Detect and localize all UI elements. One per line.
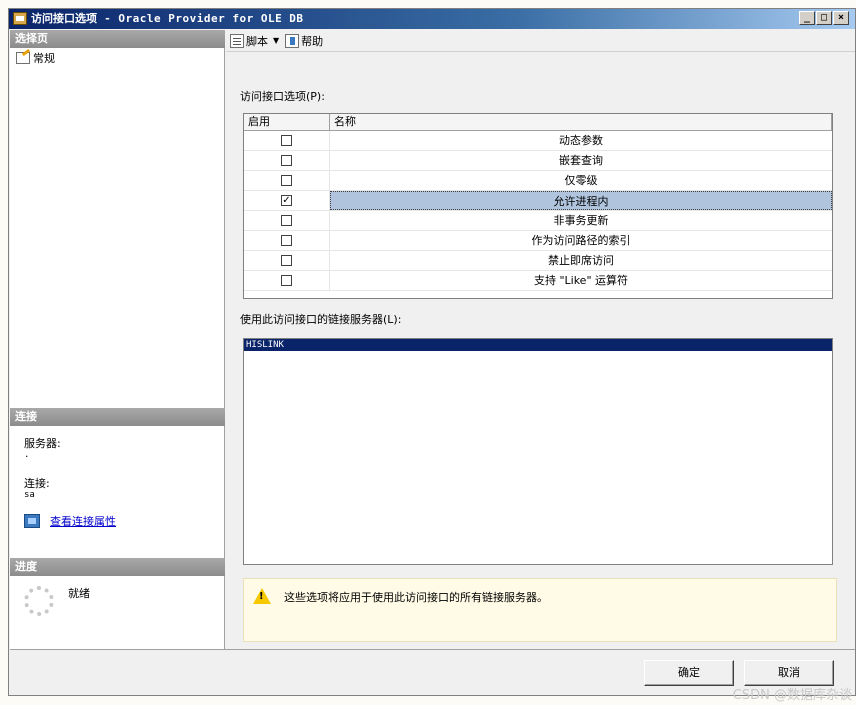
linked-servers-list[interactable]: HISLINK [243, 338, 833, 565]
enabled-cell [244, 211, 330, 230]
view-connection-properties-link[interactable]: 查看连接属性 [24, 513, 116, 529]
help-label: 帮助 [301, 34, 324, 48]
enabled-cell [244, 171, 330, 190]
table-row[interactable]: 支持 "Like" 运算符 [244, 271, 832, 291]
enabled-cell [244, 231, 330, 250]
server-label: 服务器: [24, 437, 61, 450]
page-item-label: 常规 [33, 52, 55, 65]
option-name: 非事务更新 [553, 214, 609, 227]
enabled-checkbox[interactable] [281, 155, 292, 166]
select-page-header: 选择页 [10, 30, 225, 48]
enabled-checkbox[interactable] [281, 135, 292, 146]
option-name: 作为访问路径的索引 [531, 234, 631, 247]
option-name: 允许进程内 [330, 191, 832, 210]
toolbar: 脚本 ▼ 帮助 [226, 30, 855, 52]
dropdown-arrow-icon: ▼ [273, 36, 280, 45]
enabled-checkbox[interactable] [281, 255, 292, 266]
table-row[interactable]: 仅零级 [244, 171, 832, 191]
enabled-checkbox[interactable] [281, 215, 292, 226]
progress-status: 就绪 [68, 587, 90, 600]
enabled-checkbox[interactable] [281, 235, 292, 246]
warning-icon: ! [253, 588, 271, 604]
view-connection-properties-label: 查看连接属性 [50, 515, 116, 528]
button-bar: 确定 取消 [10, 649, 855, 695]
options-label: 访问接口选项(P): [240, 90, 325, 103]
connection-value: sa [24, 490, 35, 500]
grid-body: 动态参数嵌套查询仅零级 ✓ 允许进程内非事务更新作为访问路径的索引 禁止即席访问支持 … [244, 131, 832, 291]
info-message-box: ! 这些选项将应用于使用此访问接口的所有链接服务器。 [243, 578, 837, 642]
enabled-cell [244, 251, 330, 270]
column-header-enabled[interactable]: 启用 [244, 114, 330, 130]
options-grid: 启用 名称 动态参数嵌套查询仅零级 ✓ 允许进程内非事务更新作为访问路径的索引 禁止即… [243, 113, 833, 299]
left-panel: 选择页 常规 连接 服务器: . 连接: sa 查看连接属性 进度 就绪 [10, 30, 225, 649]
cancel-button[interactable]: 取消 [744, 660, 834, 686]
main-panel: 访问接口选项(P): 启用 名称 动态参数嵌套查询仅零级 ✓ 允许进程内非事务更新作… [226, 53, 855, 649]
enabled-cell: ✓ [244, 191, 330, 210]
linked-servers-label: 使用此访问接口的链接服务器(L): [240, 313, 402, 326]
script-icon [230, 33, 244, 48]
option-name: 禁止即席访问 [548, 254, 614, 267]
connection-label: 连接: [24, 477, 50, 490]
column-header-name[interactable]: 名称 [330, 114, 832, 130]
help-button[interactable]: 帮助 [285, 33, 323, 49]
server-value: . [24, 450, 30, 460]
table-row[interactable]: ✓ 允许进程内 [244, 191, 832, 211]
grid-header: 启用 名称 [244, 114, 832, 131]
dialog-window: 访问接口选项 - Oracle Provider for OLE DB _ □ … [8, 8, 856, 696]
table-row[interactable]: 动态参数 [244, 131, 832, 151]
enabled-checkbox[interactable] [281, 175, 292, 186]
table-row[interactable]: 作为访问路径的索引 [244, 231, 832, 251]
restore-button[interactable]: □ [816, 11, 832, 25]
option-name: 支持 "Like" 运算符 [533, 274, 629, 287]
window-app-icon [13, 12, 27, 25]
progress-header: 进度 [10, 558, 225, 576]
window-title-provider: - Oracle Provider for OLE DB [97, 12, 304, 25]
watermark: CSDN @数据库杂谈 [732, 688, 852, 703]
properties-page-icon [16, 52, 30, 64]
enabled-cell [244, 271, 330, 290]
enabled-checkbox[interactable] [281, 275, 292, 286]
enabled-checkbox[interactable]: ✓ [281, 195, 292, 206]
minimize-button[interactable]: _ [799, 11, 815, 25]
list-item[interactable]: HISLINK [244, 339, 832, 351]
enabled-cell [244, 151, 330, 170]
connection-properties-icon [24, 514, 40, 528]
info-message: 这些选项将应用于使用此访问接口的所有链接服务器。 [284, 591, 548, 604]
table-row[interactable]: 非事务更新 [244, 211, 832, 231]
progress-spinner-icon [24, 586, 54, 616]
option-name: 嵌套查询 [559, 154, 603, 167]
option-name: 动态参数 [559, 134, 603, 147]
table-row[interactable]: 禁止即席访问 [244, 251, 832, 271]
window-controls: _ □ × [799, 11, 849, 25]
title-bar: 访问接口选项 - Oracle Provider for OLE DB _ □ … [9, 9, 855, 29]
page-item-general[interactable]: 常规 [16, 50, 55, 66]
option-name: 仅零级 [564, 174, 598, 187]
help-icon [285, 33, 300, 48]
script-label: 脚本 [246, 34, 268, 48]
close-button[interactable]: × [833, 11, 849, 25]
table-row[interactable]: 嵌套查询 [244, 151, 832, 171]
connection-header: 连接 [10, 408, 225, 426]
window-title-text: 访问接口选项 [31, 12, 97, 25]
ok-button[interactable]: 确定 [644, 660, 734, 686]
script-button[interactable]: 脚本 ▼ [230, 33, 279, 49]
enabled-cell [244, 131, 330, 150]
